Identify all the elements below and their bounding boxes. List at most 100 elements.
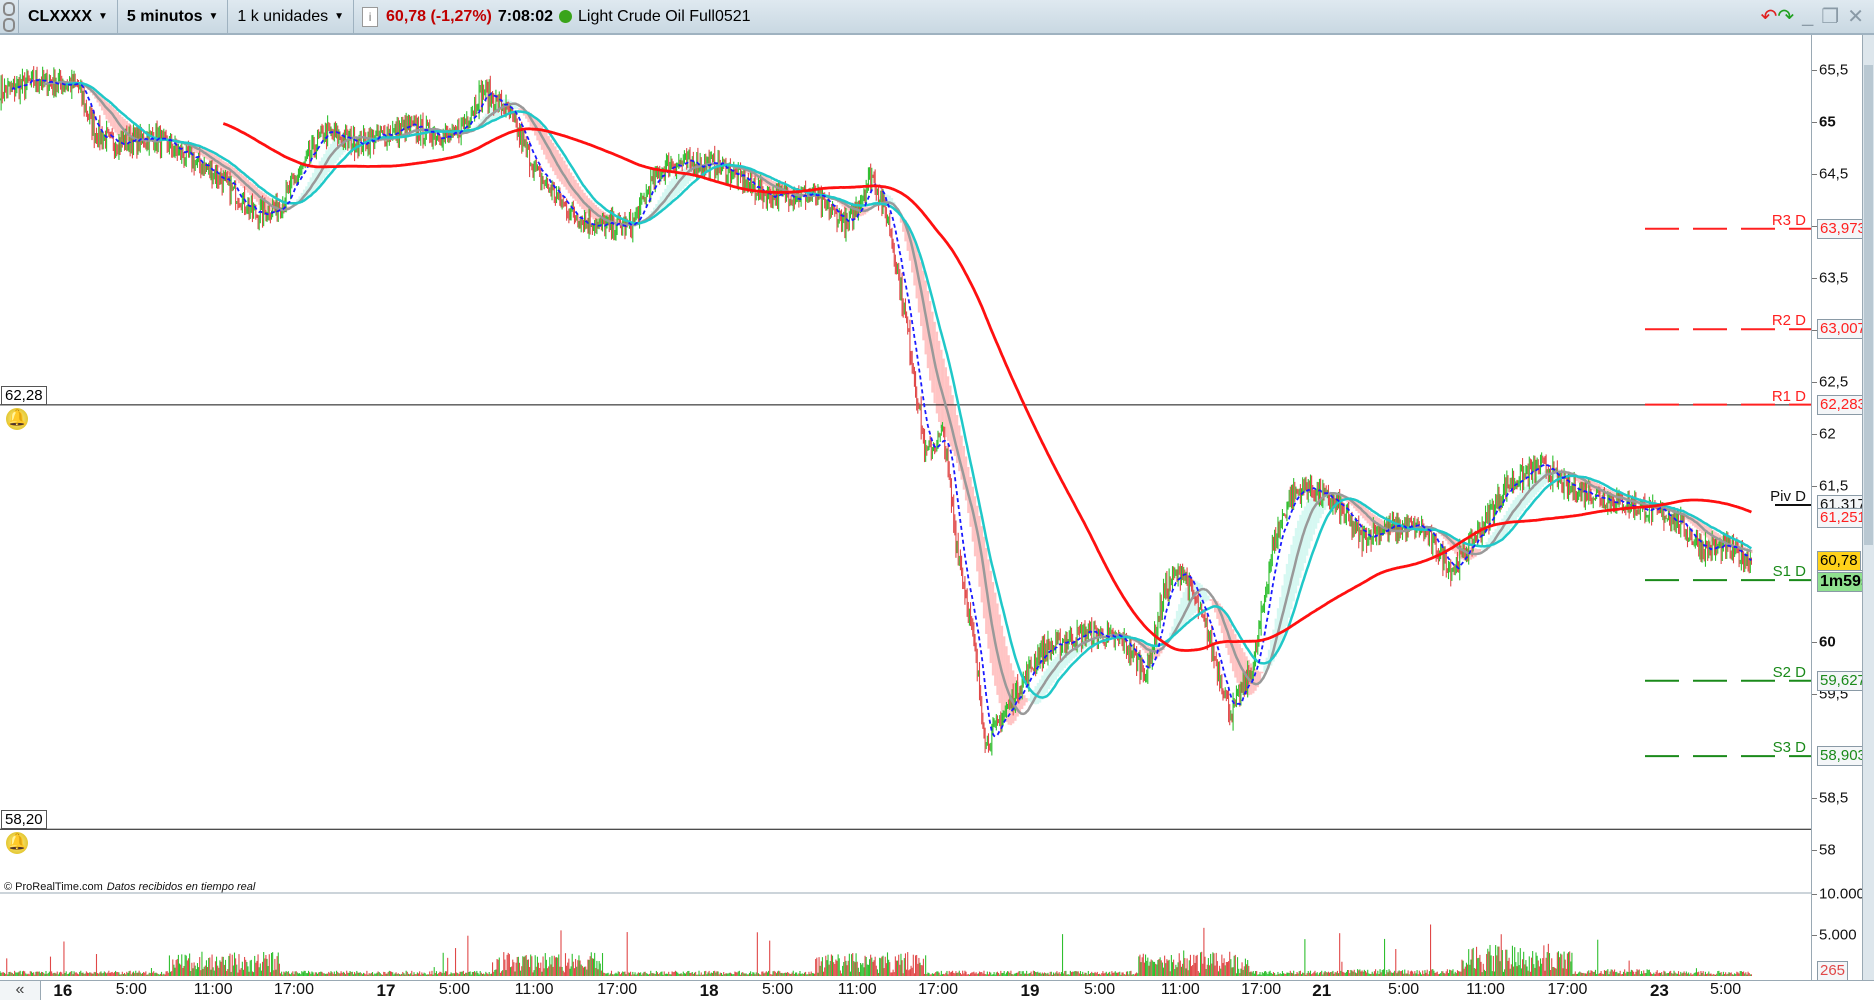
copyright-note: © ProRealTime.com Datos recibidos en tiem… bbox=[4, 881, 255, 893]
symbol-selector[interactable]: CLXXXX ▼ bbox=[19, 0, 118, 33]
price-tick-label: 60 bbox=[1819, 633, 1836, 651]
minimize-button[interactable]: _ bbox=[1802, 5, 1813, 28]
alert-bell-icon[interactable]: 🔔 bbox=[6, 832, 28, 855]
time-tick-label: 11:00 bbox=[1466, 981, 1505, 998]
price-tick-label: 58 bbox=[1819, 841, 1836, 859]
refresh-icon[interactable]: ↶↷ bbox=[1761, 4, 1795, 29]
price-tick-label: 62 bbox=[1819, 425, 1836, 443]
cloud-segment bbox=[516, 106, 519, 109]
time-axis[interactable]: « 16 5:00 11:00 17:00 17 5:00 11:00 17:00 18 5:00… bbox=[0, 980, 1874, 1001]
time-tick-label: 11:00 bbox=[837, 981, 877, 998]
time-tick-label: 5:00 bbox=[1083, 981, 1116, 998]
time-tick-label: 16 bbox=[53, 981, 73, 1000]
cloud-segment bbox=[1180, 597, 1183, 629]
cloud-segment bbox=[1261, 671, 1264, 674]
time-tick-label: 11:00 bbox=[193, 981, 233, 998]
pivot-label: R2 D bbox=[1771, 312, 1806, 330]
axis-tick bbox=[1812, 174, 1817, 175]
pivot-label: S3 D bbox=[1772, 739, 1806, 757]
copyright-text: © ProRealTime.com bbox=[4, 881, 103, 893]
volume-tick-label: 5.000 bbox=[1819, 926, 1857, 944]
cloud-segment bbox=[1209, 599, 1212, 601]
time-tick-label: 17 bbox=[376, 981, 396, 1000]
last-price-change: 60,78 (-1,27%) bbox=[386, 7, 492, 25]
price-tick-label: 63,5 bbox=[1819, 269, 1849, 287]
cloud-segment bbox=[1263, 665, 1266, 672]
vertical-scrollbar[interactable] bbox=[1862, 35, 1874, 980]
axis-tick bbox=[1812, 486, 1817, 487]
last-price-box: 60,78 bbox=[1817, 550, 1861, 571]
time-tick-label: 11:00 bbox=[514, 981, 554, 998]
timeframe-label: 5 minutos bbox=[126, 7, 203, 25]
last-volume-box: 265 bbox=[1817, 961, 1849, 981]
price-tick-label: 62,5 bbox=[1819, 373, 1849, 391]
axis-tick bbox=[1812, 642, 1817, 643]
chart-toolbar: CLXXXX ▼ 5 minutos ▼ 1 k unidades ▼ i 60,78… bbox=[0, 0, 1874, 35]
scrollbar-thumb[interactable] bbox=[1864, 65, 1873, 545]
time-tick-label: 23 bbox=[1649, 981, 1669, 1000]
time-tick-label: 11:00 bbox=[1160, 981, 1200, 998]
realtime-text: Datos recibidos en tiempo real bbox=[106, 881, 256, 893]
pivot-label: Piv D bbox=[1770, 488, 1806, 506]
axis-tick bbox=[1812, 694, 1817, 695]
price-axis[interactable]: 65,56564,56463,56362,56261,56059,558,558… bbox=[1811, 35, 1873, 981]
chevron-down-icon: ▼ bbox=[98, 11, 108, 22]
alert-price-label: 58,20 bbox=[1, 810, 47, 830]
axis-tick bbox=[1812, 894, 1817, 895]
axis-tick bbox=[1812, 382, 1817, 383]
cloud-segment bbox=[1478, 548, 1482, 552]
timeframe-selector[interactable]: 5 minutos ▼ bbox=[118, 0, 229, 33]
time-tick-label: 19 bbox=[1020, 981, 1040, 1000]
time-tick-label: 17:00 bbox=[273, 981, 314, 998]
pivot-label: S1 D bbox=[1772, 563, 1806, 581]
time-tick-label: 21 bbox=[1312, 981, 1332, 1000]
time-tick-label: 5:00 bbox=[1710, 981, 1742, 998]
price-tick-label: 65,5 bbox=[1819, 61, 1849, 79]
time-tick-label: 17:00 bbox=[917, 981, 959, 998]
time-tick-label: 17:00 bbox=[597, 981, 638, 998]
link-icon[interactable] bbox=[0, 0, 19, 33]
cloud-segment bbox=[109, 105, 113, 127]
symbol-label: CLXXXX bbox=[28, 7, 93, 25]
axis-tick bbox=[1812, 434, 1817, 435]
pivot-label: R3 D bbox=[1771, 211, 1806, 229]
cloud-segment bbox=[1481, 548, 1484, 550]
time-tick-label: 5:00 bbox=[438, 981, 470, 998]
volume-tick-label: 10.000 bbox=[1819, 885, 1865, 903]
scroll-back-button[interactable]: « bbox=[0, 981, 41, 1000]
axis-tick bbox=[1812, 850, 1817, 851]
instrument-name: Light Crude Oil Full0521 bbox=[578, 7, 751, 25]
chevron-down-icon: ▼ bbox=[208, 11, 219, 22]
axis-tick bbox=[1812, 278, 1817, 279]
price-chart[interactable] bbox=[0, 35, 1811, 980]
cloud-segment bbox=[1205, 591, 1208, 602]
time-tick-label: 5:00 bbox=[761, 981, 794, 998]
cloud-segment bbox=[951, 395, 954, 451]
units-label: 1 k unidades bbox=[237, 7, 329, 25]
info-icon[interactable]: i bbox=[362, 6, 379, 27]
axis-tick bbox=[1812, 798, 1817, 799]
chevron-down-icon: ▼ bbox=[334, 11, 345, 22]
cloud-segment bbox=[1207, 595, 1210, 601]
price-tick-label: 61,5 bbox=[1819, 477, 1849, 495]
time-tick-label: 5:00 bbox=[115, 981, 147, 998]
alert-bell-icon[interactable]: 🔔 bbox=[6, 407, 28, 430]
cloud-segment bbox=[684, 167, 687, 187]
close-button[interactable]: ✕ bbox=[1847, 4, 1864, 29]
cloud-segment bbox=[1254, 668, 1257, 691]
cloud-segment bbox=[1029, 693, 1033, 703]
time-tick-label: 18 bbox=[699, 981, 719, 1000]
cloud-segment bbox=[1027, 698, 1031, 701]
price-tick-label: 58,5 bbox=[1819, 789, 1849, 807]
clock-time: 7:08:02 bbox=[497, 7, 554, 25]
blue-dashed-moving-average bbox=[11, 79, 1752, 738]
units-selector[interactable]: 1 k unidades ▼ bbox=[228, 0, 355, 33]
cloud-segment bbox=[518, 108, 521, 110]
cloud-segment bbox=[1310, 495, 1313, 542]
cloud-segment bbox=[1308, 499, 1311, 549]
cloud-segment bbox=[107, 103, 111, 123]
price-tick-label: 64,5 bbox=[1819, 165, 1849, 183]
restore-button[interactable]: ❐ bbox=[1821, 4, 1839, 29]
pivot-label: R1 D bbox=[1771, 387, 1806, 405]
cloud-segment bbox=[1306, 502, 1309, 556]
